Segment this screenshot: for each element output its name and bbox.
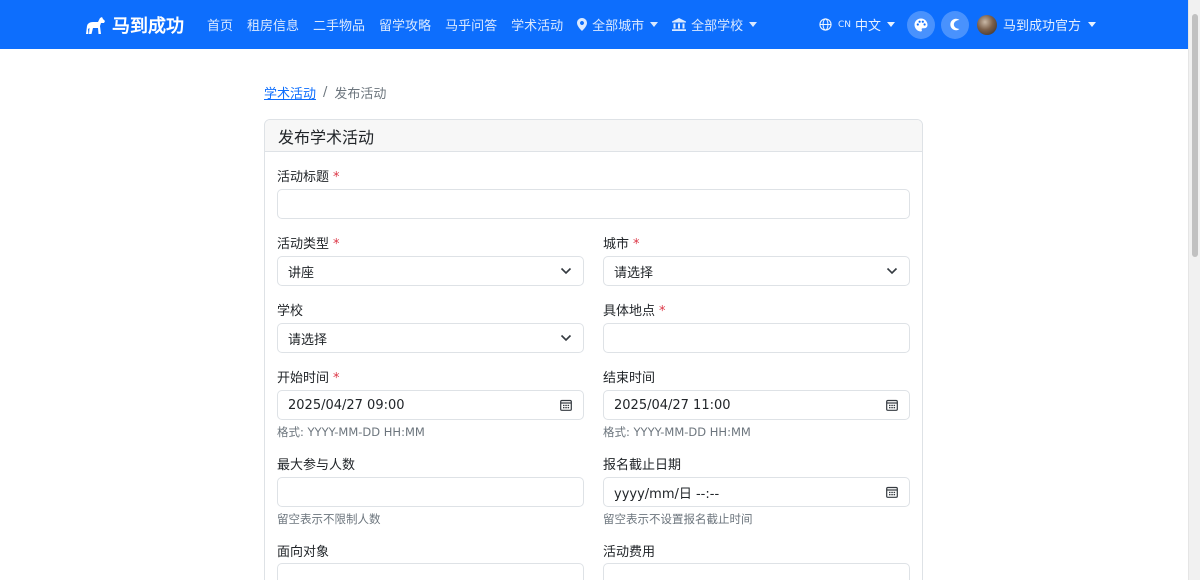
palette-icon [914,18,928,31]
location-label-text: 具体地点 [603,304,656,319]
end-time-value: 2025/04/27 11:00 [614,397,731,413]
nav-link-secondhand[interactable]: 二手物品 [313,15,365,34]
activity-type-label-text: 活动类型 [277,237,330,252]
max-participants-label-text: 最大参与人数 [277,458,356,473]
end-time-help: 格式: YYYY-MM-DD HH:MM [603,425,751,439]
card-header: 发布学术活动 [265,120,922,152]
fee-label: 活动费用 [603,541,655,560]
calendar-icon[interactable] [560,399,572,411]
required-mark: * [333,170,340,185]
school-dropdown[interactable]: 全部学校 [672,15,758,34]
caret-down-icon [886,22,895,27]
nav-links: 首页 租房信息 二手物品 留学攻略 马乎问答 学术活动 全部城市 全部学校 [207,0,771,49]
fee-label-text: 活动费用 [603,545,656,560]
city-value: 请选择 [614,265,654,281]
language-label: 中文 [854,19,881,34]
breadcrumb-current: 发布活动 [334,87,387,102]
city-dropdown[interactable]: 全部城市 [577,15,659,34]
max-participants-label: 最大参与人数 [277,454,355,473]
caret-down-icon [1088,22,1096,27]
audience-label: 面向对象 [277,541,329,560]
school-label-text: 学校 [277,304,304,319]
publish-activity-card: 发布学术活动 活动标题 * 活动类型 * 讲座 城市 * 请选择 学校 请选择 具体地… [264,119,923,580]
nav-link-rental[interactable]: 租房信息 [247,15,299,34]
school-label: 学校 [277,300,303,319]
activity-type-label: 活动类型 * [277,233,340,252]
start-time-input[interactable]: 2025/04/27 09:00 [277,390,584,420]
globe-icon [819,18,832,31]
end-time-label-text: 结束时间 [603,371,656,386]
chevron-down-icon [886,267,898,275]
brand-logo[interactable]: 马到成功 [84,12,184,38]
required-mark: * [659,304,666,319]
top-navbar: 马到成功 首页 租房信息 二手物品 留学攻略 马乎问答 学术活动 全部城市 全部… [0,0,1188,49]
caret-down-icon [650,22,659,27]
caret-down-icon [749,22,758,27]
dark-mode-button[interactable] [940,10,969,39]
school-select[interactable]: 请选择 [277,323,584,353]
audience-input[interactable] [277,563,584,580]
moon-icon [950,18,960,31]
signup-deadline-input[interactable]: yyyy/mm/日 --:-- [603,477,910,507]
signup-deadline-label-text: 报名截止日期 [603,458,682,473]
signup-deadline-label: 报名截止日期 [603,454,681,473]
theme-color-button[interactable] [906,10,935,39]
city-label: 城市 * [603,233,640,252]
start-time-help: 格式: YYYY-MM-DD HH:MM [277,425,425,439]
required-mark: * [633,237,640,252]
calendar-icon[interactable] [886,486,898,498]
required-mark: * [333,237,340,252]
user-menu[interactable]: 马到成功官方 [976,14,1096,35]
scrollbar-thumb[interactable] [1192,14,1198,257]
school-value: 请选择 [288,332,328,348]
location-label: 具体地点 * [603,300,666,319]
max-participants-help: 留空表示不限制人数 [277,512,381,526]
end-time-input[interactable]: 2025/04/27 11:00 [603,390,910,420]
horse-icon [86,17,105,34]
language-dropdown[interactable]: CN 中文 [819,15,895,34]
chevron-down-icon [560,334,572,342]
city-label-text: 城市 [603,237,630,252]
bank-icon [672,18,687,31]
signup-deadline-value: yyyy/mm/日 --:-- [614,486,720,502]
school-dropdown-label: 全部学校 [691,19,744,34]
nav-right: CN 中文 马到成功官方 [819,0,1096,49]
map-pin-icon [577,18,588,31]
activity-type-select[interactable]: 讲座 [277,256,584,286]
nav-link-qa[interactable]: 马乎问答 [445,15,497,34]
signup-deadline-help: 留空表示不设置报名截止时间 [603,512,753,526]
breadcrumb-link-academic[interactable]: 学术活动 [264,83,316,102]
end-time-label: 结束时间 [603,367,655,386]
language-code: CN [837,19,851,30]
page-scrollbar[interactable] [1188,0,1200,580]
city-select[interactable]: 请选择 [603,256,910,286]
activity-title-label: 活动标题 * [277,166,340,185]
required-mark: * [333,371,340,386]
location-input[interactable] [603,323,910,353]
start-time-label: 开始时间 * [277,367,340,386]
activity-type-value: 讲座 [288,265,315,281]
brand-name: 马到成功 [112,16,184,37]
calendar-icon[interactable] [886,399,898,411]
breadcrumb: 学术活动 / 发布活动 [264,83,386,102]
chevron-down-icon [560,267,572,275]
audience-label-text: 面向对象 [277,545,330,560]
nav-link-study-guide[interactable]: 留学攻略 [379,15,431,34]
activity-title-label-text: 活动标题 [277,170,330,185]
activity-title-input[interactable] [277,189,910,219]
fee-input[interactable] [603,563,910,580]
user-name: 马到成功官方 [1002,19,1081,34]
nav-link-academic[interactable]: 学术活动 [511,15,563,34]
breadcrumb-separator: / [323,85,328,100]
start-time-value: 2025/04/27 09:00 [288,397,405,413]
avatar [976,14,997,35]
city-dropdown-label: 全部城市 [592,19,645,34]
form-title: 发布学术活动 [278,127,375,147]
max-participants-input[interactable] [277,477,584,507]
nav-link-home[interactable]: 首页 [207,15,233,34]
start-time-label-text: 开始时间 [277,371,330,386]
